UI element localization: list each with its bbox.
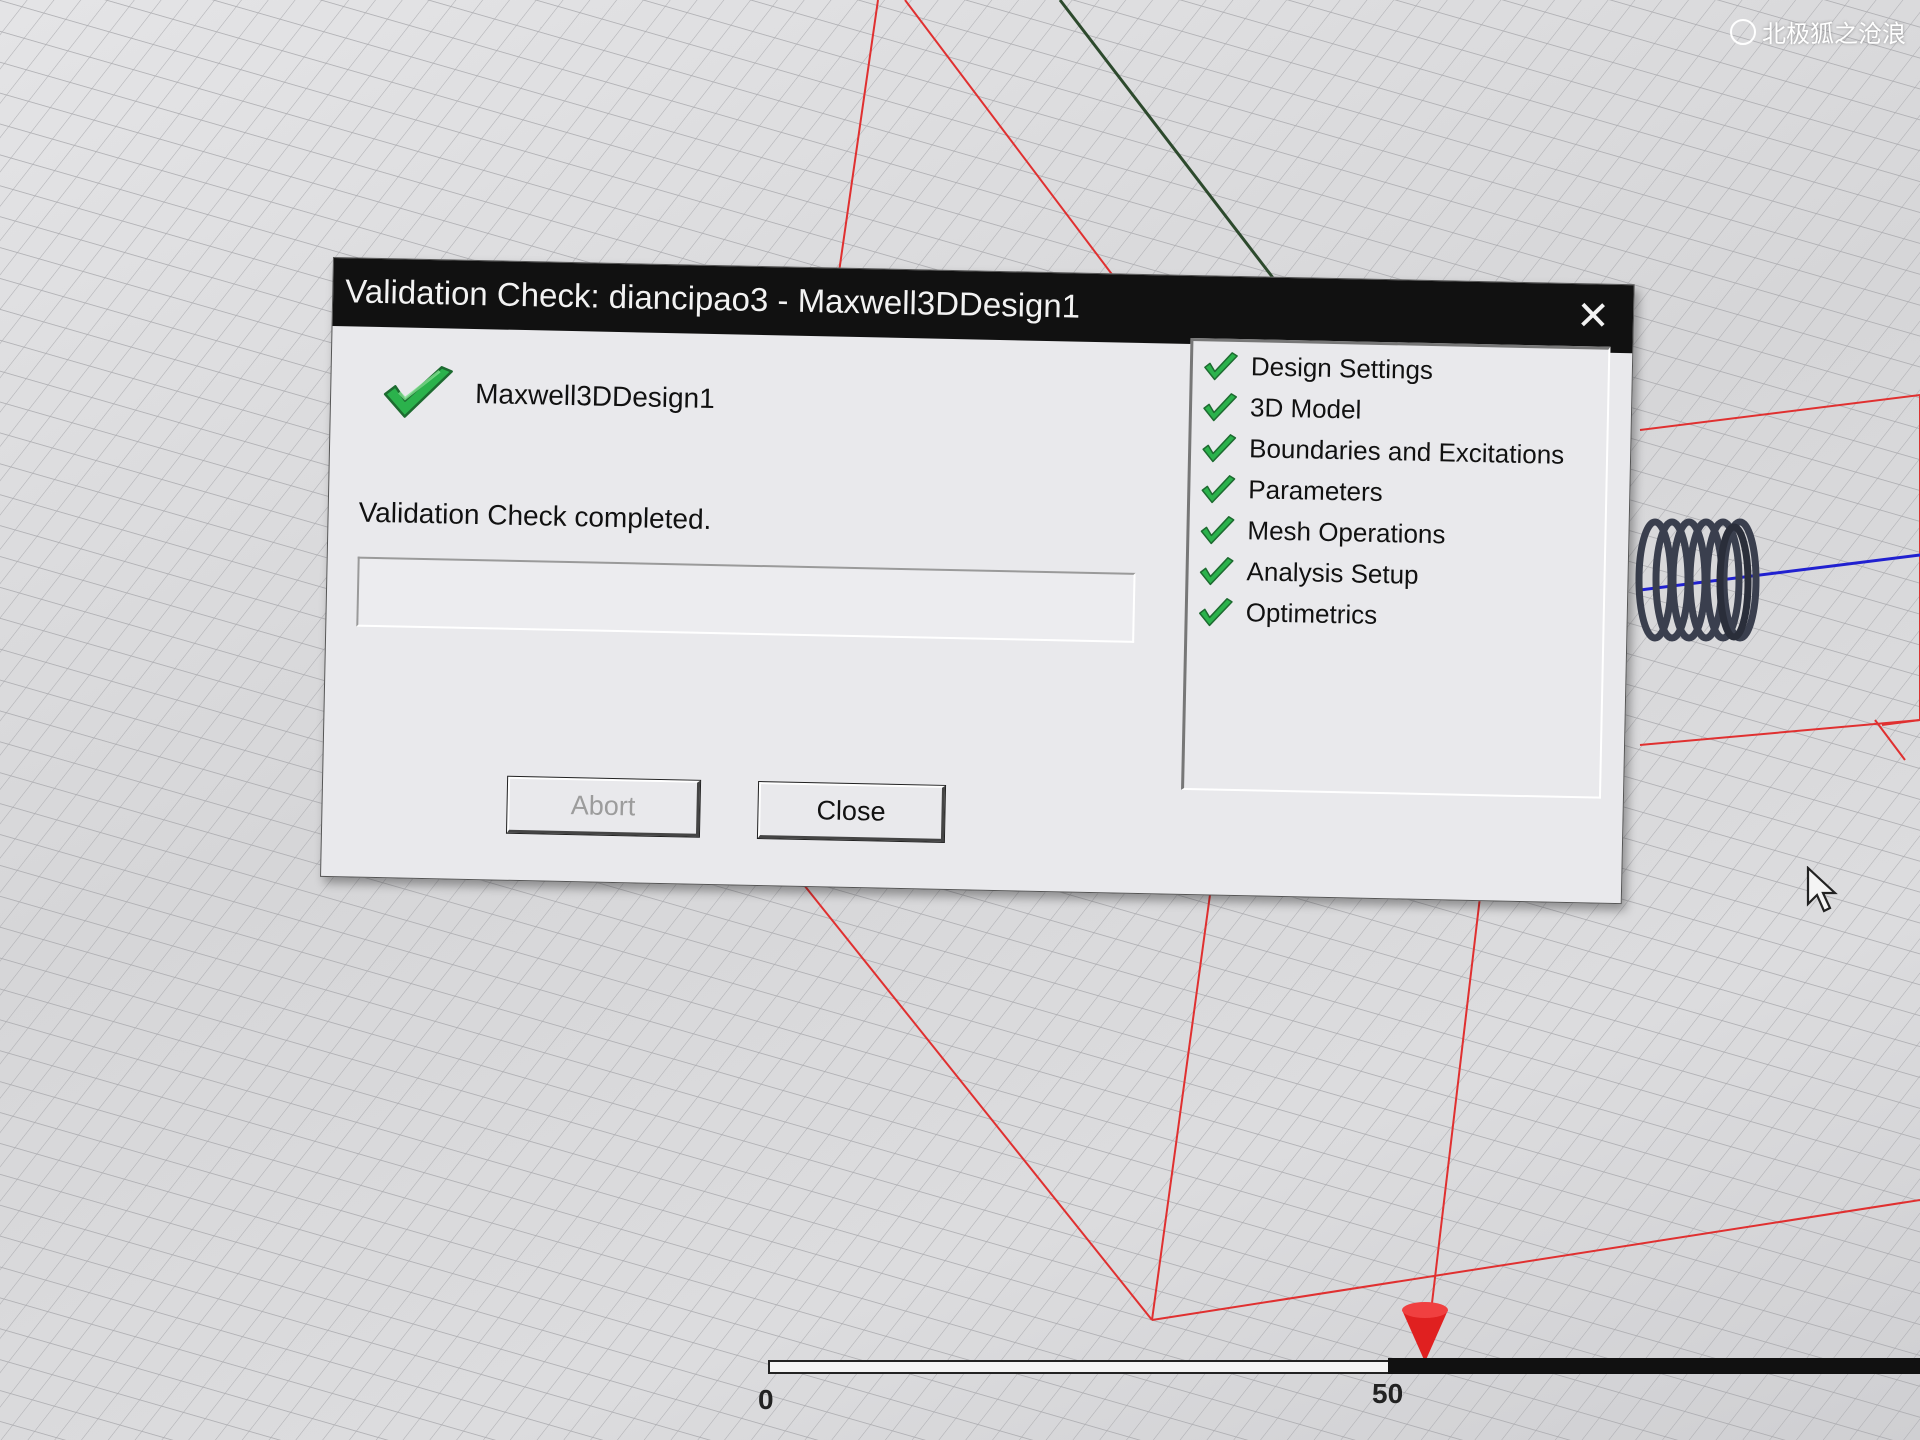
checklist-item-label: Design Settings [1250, 351, 1434, 386]
check-icon [1203, 392, 1238, 421]
check-icon [1202, 433, 1237, 462]
validation-check-dialog: Validation Check: diancipao3 - Maxwell3D… [320, 257, 1635, 905]
check-icon [1204, 351, 1238, 380]
progress-bar [356, 556, 1136, 643]
checklist-item-label: Boundaries and Excitations [1248, 433, 1565, 470]
close-button[interactable]: Close [756, 780, 947, 843]
check-icon [1201, 474, 1236, 503]
checklist-item: Optimetrics [1197, 591, 1603, 640]
status-message: Validation Check completed. [358, 496, 712, 535]
check-icon [1200, 515, 1235, 544]
checklist-item-label: 3D Model [1249, 392, 1362, 425]
check-icon [1199, 556, 1234, 585]
abort-button[interactable]: Abort [505, 775, 702, 838]
ruler-segment-light [768, 1360, 1392, 1374]
check-icon [383, 366, 453, 418]
watermark: 北极狐之沧浪 [1730, 14, 1906, 49]
ruler-label-50: 50 [1372, 1378, 1404, 1409]
scale-ruler [768, 1358, 1920, 1380]
ruler-label-0: 0 [758, 1384, 774, 1415]
design-status-row: Maxwell3DDesign1 [381, 364, 716, 427]
mouse-cursor-icon [1806, 866, 1838, 913]
checklist-item-label: Optimetrics [1245, 597, 1378, 630]
watermark-logo-icon [1730, 18, 1756, 45]
checklist-item-label: Parameters [1248, 474, 1384, 508]
check-icon [1198, 597, 1233, 626]
validation-checklist: Design Settings 3D Model Boundaries and Ex… [1181, 337, 1611, 799]
design-name: Maxwell3DDesign1 [474, 378, 716, 415]
ruler-segment-dark [1388, 1358, 1920, 1374]
checklist-item-label: Analysis Setup [1246, 556, 1419, 590]
checklist-item-label: Mesh Operations [1247, 515, 1446, 550]
dialog-title: Validation Check: diancipao3 - Maxwell3D… [344, 272, 1081, 325]
watermark-text: 北极狐之沧浪 [1762, 21, 1906, 48]
close-icon[interactable]: ✕ [1571, 294, 1616, 339]
